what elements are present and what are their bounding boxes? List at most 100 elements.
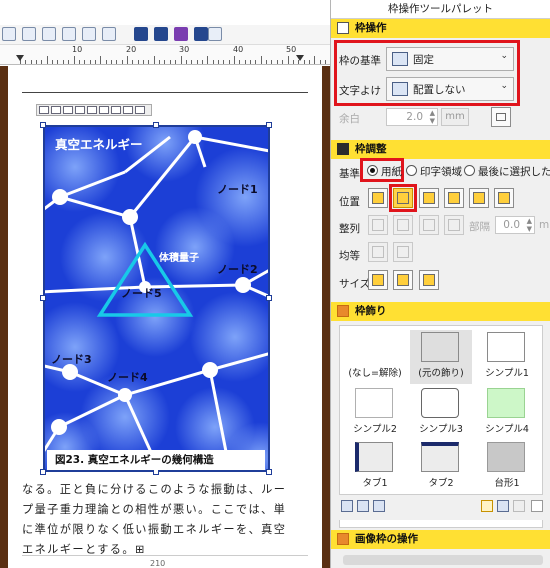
align-icon bbox=[372, 219, 384, 231]
palette-scrollbar[interactable] bbox=[343, 555, 543, 565]
page-number: 210 bbox=[150, 559, 166, 568]
frame-tool-icon[interactable] bbox=[22, 27, 36, 41]
ruler-tick bbox=[25, 60, 27, 64]
fit-frame-icon[interactable] bbox=[208, 27, 222, 41]
align-center-middle-button[interactable] bbox=[469, 188, 489, 208]
decoration-tile-simple4[interactable]: シンプル4 bbox=[476, 386, 538, 440]
ruler-tick bbox=[121, 60, 123, 64]
distribute-vertical-button[interactable] bbox=[393, 242, 413, 262]
wrap-value: 配置しない bbox=[413, 84, 466, 96]
spin-arrows-icon[interactable]: ▲ ▼ bbox=[430, 109, 435, 125]
align-left-top-button[interactable] bbox=[368, 188, 388, 208]
resize-handle[interactable] bbox=[266, 122, 272, 128]
same-width-button[interactable] bbox=[368, 270, 388, 290]
spin-arrows-icon[interactable]: ▲ ▼ bbox=[527, 217, 532, 233]
align-left-middle-button[interactable] bbox=[444, 188, 464, 208]
decoration-tile-simple2[interactable]: シンプル2 bbox=[344, 386, 406, 440]
position-label: 位置 bbox=[339, 196, 360, 208]
align-center-top-button[interactable] bbox=[393, 188, 413, 208]
frame-option-icon[interactable] bbox=[51, 106, 61, 114]
move-last-icon[interactable] bbox=[194, 27, 208, 41]
ruler-tick bbox=[244, 60, 246, 64]
decoration-tile-tab1[interactable]: タブ1 bbox=[344, 440, 406, 494]
move-prev-icon[interactable] bbox=[154, 27, 168, 41]
section-header-image-frame-ops[interactable]: 画像枠の操作 bbox=[331, 530, 550, 549]
resize-handle[interactable] bbox=[40, 122, 46, 128]
page-edge-left bbox=[0, 66, 8, 568]
frame-tool-icon[interactable] bbox=[2, 27, 16, 41]
indent-marker-icon[interactable] bbox=[296, 55, 304, 61]
copy-decoration-icon[interactable] bbox=[497, 500, 509, 512]
align-right-top-button[interactable] bbox=[419, 188, 439, 208]
decoration-tile-trapezoid1[interactable]: 台形1 bbox=[476, 440, 538, 494]
gap-input[interactable]: 0.0 ▲ ▼ bbox=[495, 216, 535, 234]
ruler-tick bbox=[52, 60, 54, 64]
radio-last-frame[interactable] bbox=[464, 165, 475, 176]
ruler-tick bbox=[287, 56, 289, 64]
text-line: エネルギーとする。⊞ bbox=[22, 543, 146, 556]
distribute-horizontal-button[interactable] bbox=[368, 242, 388, 262]
edit-decoration-icon[interactable] bbox=[513, 500, 525, 512]
frame-tool-icon[interactable] bbox=[82, 27, 96, 41]
indent-marker-icon[interactable] bbox=[16, 55, 24, 61]
selected-image-frame[interactable]: 真空エネルギー ノード1 ノード2 ノード3 ノード4 ノード5 体積量子 bbox=[43, 125, 270, 472]
ruler-tick bbox=[223, 60, 225, 64]
frame-tool-icon[interactable] bbox=[42, 27, 56, 41]
margin-input[interactable]: 2.0 ▲ ▼ bbox=[386, 108, 438, 126]
horizontal-ruler: 10 20 30 40 50 bbox=[0, 45, 330, 65]
view-large-icon[interactable] bbox=[341, 500, 353, 512]
frame-option-icon[interactable] bbox=[123, 106, 133, 114]
frame-option-icon[interactable] bbox=[39, 106, 49, 114]
section-header-frame-ops[interactable]: 枠操作 bbox=[331, 19, 550, 38]
frame-settings-button[interactable] bbox=[491, 107, 511, 127]
move-up-icon[interactable] bbox=[531, 500, 543, 512]
section-header-frame-decoration[interactable]: 枠飾り bbox=[331, 302, 550, 321]
resize-handle[interactable] bbox=[266, 469, 272, 475]
margin-unit: mm bbox=[441, 108, 469, 126]
ruler-tick bbox=[266, 60, 268, 64]
same-size-button[interactable] bbox=[419, 270, 439, 290]
editor-toolbar bbox=[0, 25, 330, 45]
frame-option-icon[interactable] bbox=[135, 106, 145, 114]
align-bottom-button[interactable] bbox=[444, 215, 464, 235]
basis-dropdown[interactable]: 固定 ⌄ bbox=[386, 47, 514, 71]
radio-paper[interactable] bbox=[367, 165, 378, 176]
text-wrap-dropdown[interactable]: 配置しない ⌄ bbox=[386, 77, 514, 101]
page-edge-right bbox=[322, 66, 330, 568]
resize-handle[interactable] bbox=[153, 122, 159, 128]
align-icon bbox=[473, 192, 485, 204]
resize-handle[interactable] bbox=[266, 295, 272, 301]
view-small-icon[interactable] bbox=[373, 500, 385, 512]
frame-tool-icon[interactable] bbox=[102, 27, 116, 41]
move-first-icon[interactable] bbox=[134, 27, 148, 41]
radio-print-area[interactable] bbox=[406, 165, 417, 176]
frame-option-icon[interactable] bbox=[87, 106, 97, 114]
align-bottom-button[interactable] bbox=[494, 188, 514, 208]
decoration-tile-original[interactable]: (元の飾り) bbox=[410, 330, 472, 384]
add-decoration-icon[interactable] bbox=[481, 500, 493, 512]
ruler-tick bbox=[105, 60, 107, 64]
decoration-tile-tab2[interactable]: タブ2 bbox=[410, 440, 472, 494]
ruler-tick bbox=[250, 60, 252, 64]
frame-option-icon[interactable] bbox=[99, 106, 109, 114]
move-next-icon[interactable] bbox=[174, 27, 188, 41]
frame-tool-icon[interactable] bbox=[62, 27, 76, 41]
body-paragraph: なる。正と負に分けるこのような振動は、ルー プ量子重力理論との相性が悪い。ここで… bbox=[22, 480, 300, 560]
frame-option-icon[interactable] bbox=[63, 106, 73, 114]
section-header-frame-adjust[interactable]: 枠調整 bbox=[331, 140, 550, 159]
decoration-tile-none[interactable]: (なし=解除) bbox=[344, 330, 406, 384]
align-left-button[interactable] bbox=[368, 215, 388, 235]
view-medium-icon[interactable] bbox=[357, 500, 369, 512]
same-height-button[interactable] bbox=[393, 270, 413, 290]
resize-handle[interactable] bbox=[40, 469, 46, 475]
resize-handle[interactable] bbox=[40, 295, 46, 301]
decoration-tile-simple3[interactable]: シンプル3 bbox=[410, 386, 472, 440]
align-top-button[interactable] bbox=[419, 215, 439, 235]
frame-option-icon[interactable] bbox=[75, 106, 85, 114]
align-center-button[interactable] bbox=[393, 215, 413, 235]
chevron-down-icon: ⌄ bbox=[500, 51, 508, 61]
header-rule bbox=[22, 92, 308, 93]
decoration-tile-simple1[interactable]: シンプル1 bbox=[476, 330, 538, 384]
align-icon bbox=[372, 192, 384, 204]
frame-option-icon[interactable] bbox=[111, 106, 121, 114]
